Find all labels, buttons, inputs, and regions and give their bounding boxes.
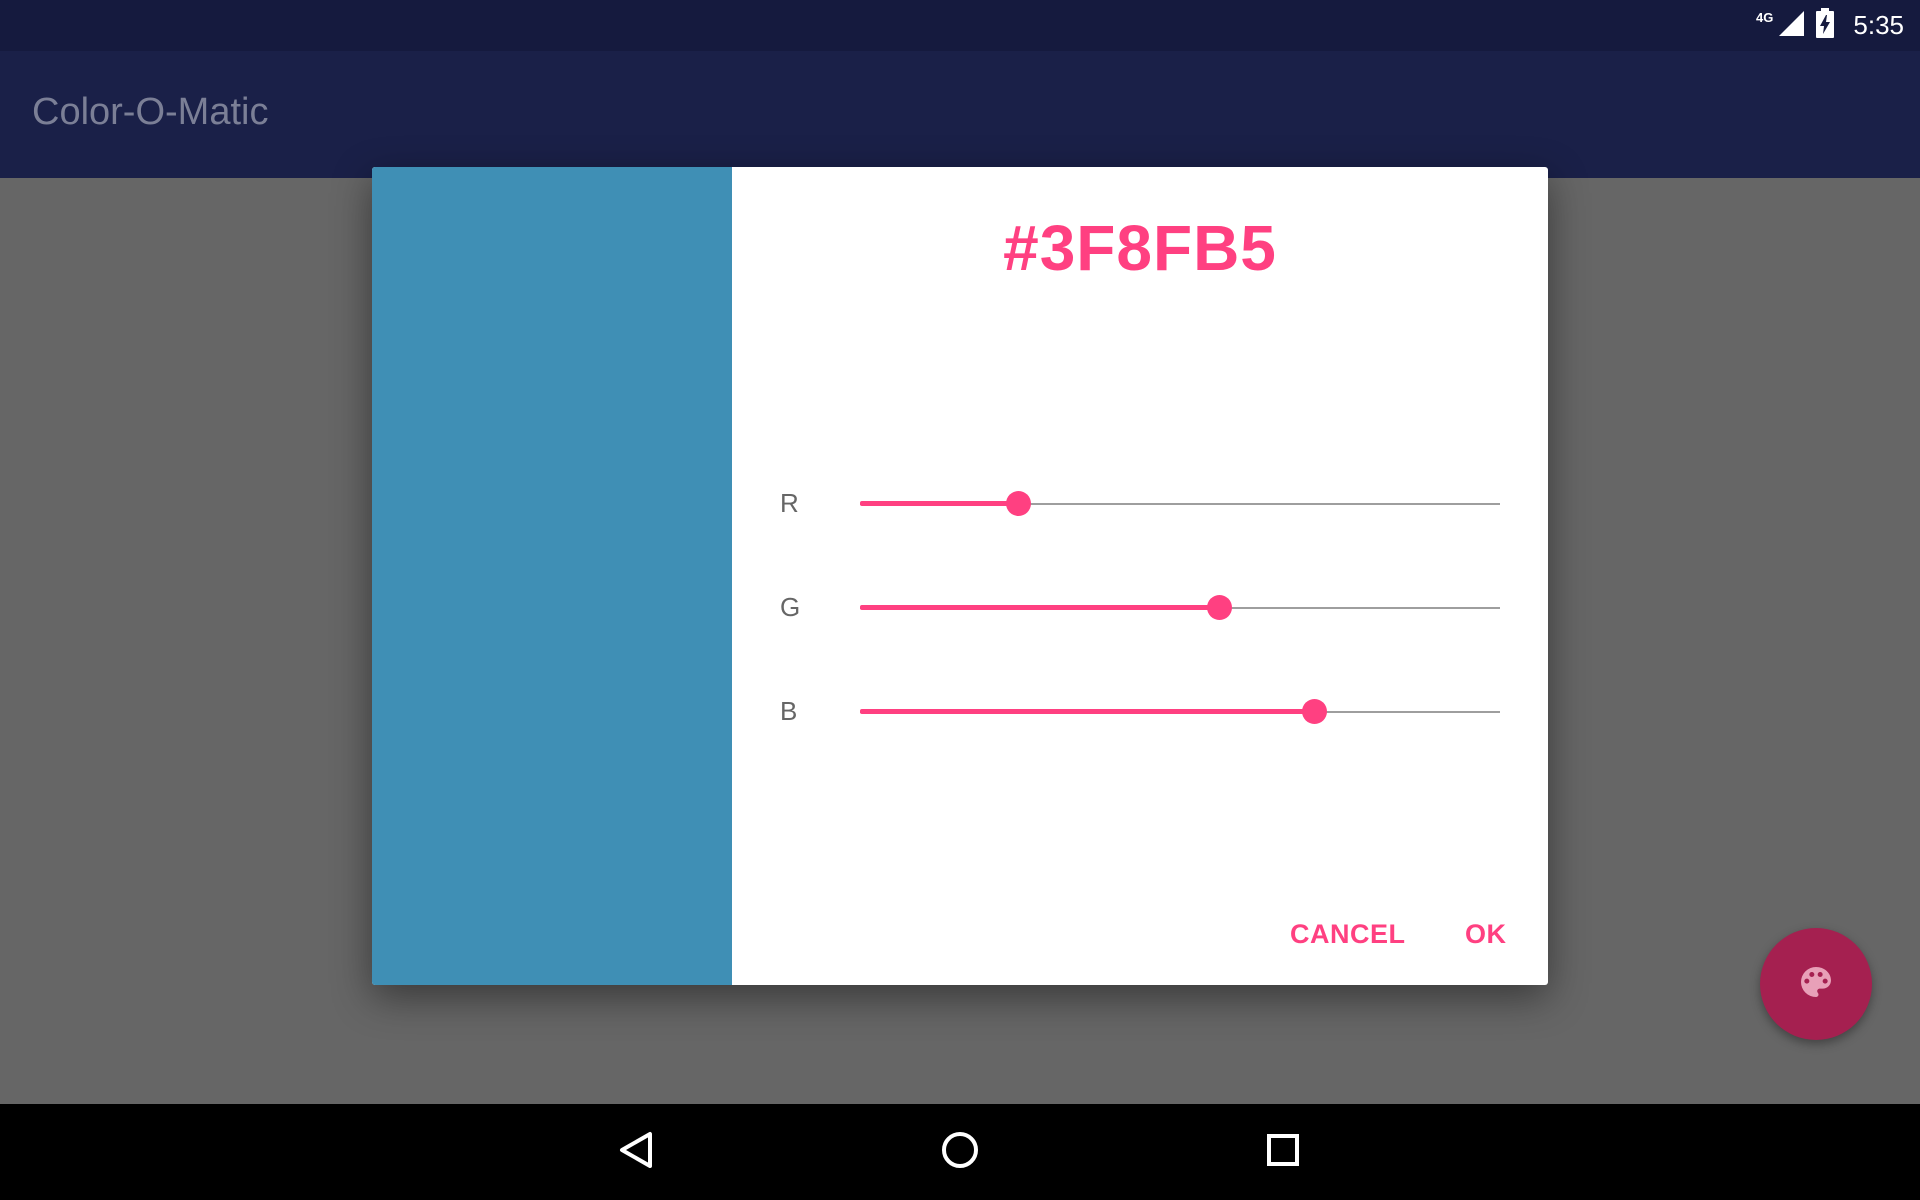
color-picker-dialog: #3F8FB5 R G B CANCEL OK xyxy=(372,167,1548,985)
slider-label-blue: B xyxy=(780,696,798,726)
battery-charging-icon xyxy=(1815,8,1835,43)
back-button[interactable] xyxy=(606,1122,666,1182)
recents-icon xyxy=(1266,1133,1300,1172)
red-slider-fill xyxy=(860,501,1019,506)
navigation-bar xyxy=(0,1104,1920,1200)
cancel-button[interactable]: CANCEL xyxy=(1290,919,1406,950)
home-button[interactable] xyxy=(930,1122,990,1182)
app-bar: Color-O-Matic xyxy=(0,51,1920,178)
signal-icon xyxy=(1777,9,1805,42)
green-slider[interactable] xyxy=(860,595,1500,620)
hex-value-label: #3F8FB5 xyxy=(1003,212,1277,284)
color-preview-swatch xyxy=(372,167,732,985)
blue-slider[interactable] xyxy=(860,699,1500,724)
status-bar: 4G 5:35 xyxy=(0,0,1920,51)
slider-row-red: R xyxy=(732,484,1548,524)
blue-slider-thumb[interactable] xyxy=(1302,699,1328,724)
clock: 5:35 xyxy=(1853,10,1904,40)
slider-label-red: R xyxy=(780,488,799,518)
recents-button[interactable] xyxy=(1253,1122,1313,1182)
blue-slider-fill xyxy=(860,709,1315,714)
palette-icon xyxy=(1796,962,1836,1007)
back-icon xyxy=(618,1130,654,1175)
status-icons: 4G 5:35 xyxy=(1756,0,1904,51)
palette-fab[interactable] xyxy=(1760,928,1872,1040)
ok-button[interactable]: OK xyxy=(1465,919,1507,950)
red-slider-thumb[interactable] xyxy=(1006,491,1032,516)
home-icon xyxy=(941,1131,979,1174)
green-slider-fill xyxy=(860,605,1219,610)
red-slider[interactable] xyxy=(860,491,1500,516)
network-type-label: 4G xyxy=(1756,10,1774,25)
slider-row-blue: B xyxy=(732,692,1548,732)
green-slider-thumb[interactable] xyxy=(1206,595,1232,620)
app-title: Color-O-Matic xyxy=(32,91,269,133)
slider-row-green: G xyxy=(732,588,1548,628)
slider-label-green: G xyxy=(780,592,801,622)
